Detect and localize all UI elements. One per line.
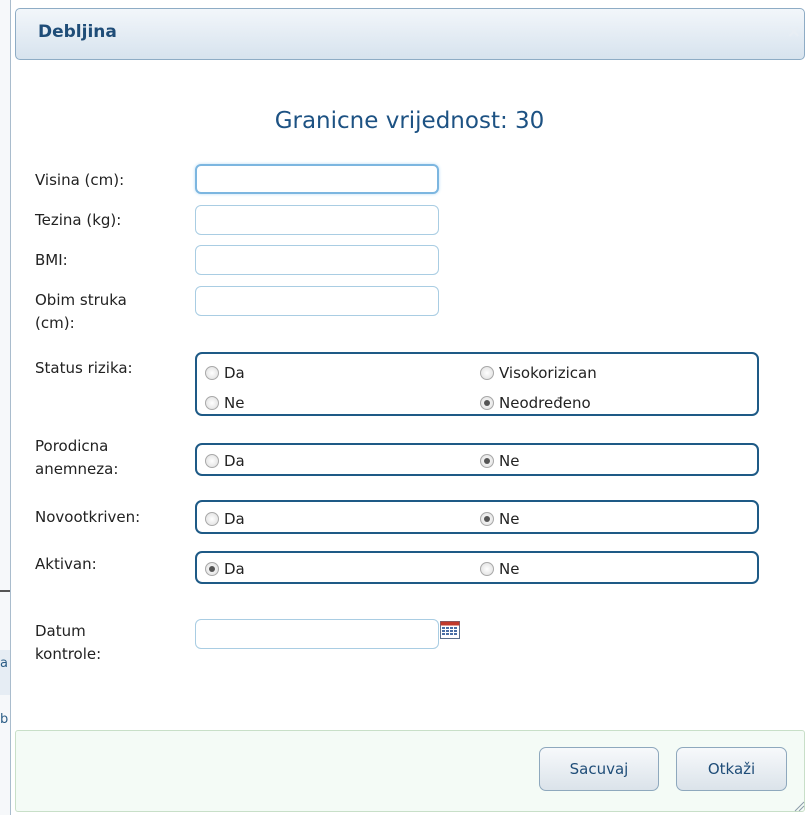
- background-text-b: b: [0, 712, 9, 727]
- bmi-label: BMI:: [35, 251, 68, 269]
- datum-input[interactable]: [195, 619, 439, 649]
- novootkriven-da-option[interactable]: Da: [205, 510, 245, 528]
- radio-circle[interactable]: [480, 366, 494, 380]
- datum-label-line1: Datum: [35, 622, 86, 640]
- option-label: Visokorizican: [499, 364, 597, 382]
- obim-input[interactable]: [195, 286, 439, 316]
- option-label: Ne: [499, 560, 520, 578]
- aktivan-label: Aktivan:: [35, 555, 97, 573]
- option-label: Da: [224, 560, 245, 578]
- porodicna-ne-option[interactable]: Ne: [480, 452, 519, 470]
- novootkriven-group: Da Ne: [195, 500, 759, 534]
- datum-label: Datum kontrole:: [35, 620, 101, 666]
- radio-circle[interactable]: [205, 512, 219, 526]
- radio-circle[interactable]: [205, 366, 219, 380]
- radio-circle-selected[interactable]: [205, 562, 219, 576]
- visina-input[interactable]: [195, 164, 439, 194]
- obim-label: Obim struka (cm):: [35, 289, 127, 335]
- aktivan-da-option[interactable]: Da: [205, 560, 245, 578]
- datum-label-line2: kontrole:: [35, 645, 102, 663]
- porodicna-label-line2: anemneza:: [35, 460, 119, 478]
- tezina-label: Tezina (kg):: [35, 211, 122, 229]
- status-rizika-label: Status rizika:: [35, 359, 133, 377]
- option-label: Da: [224, 364, 245, 382]
- cancel-button[interactable]: Otkaži: [676, 747, 787, 791]
- radio-circle[interactable]: [205, 454, 219, 468]
- option-label: Ne: [499, 452, 520, 470]
- radio-circle-selected[interactable]: [480, 454, 494, 468]
- radio-circle-selected[interactable]: [480, 396, 494, 410]
- radio-circle[interactable]: [205, 396, 219, 410]
- novootkriven-ne-option[interactable]: Ne: [480, 510, 519, 528]
- obim-label-line1: Obim struka: [35, 291, 127, 309]
- porodicna-label-line1: Porodicna: [35, 437, 109, 455]
- dialog-title: Debljina: [38, 22, 117, 42]
- save-button[interactable]: Sacuvaj: [539, 747, 659, 791]
- porodicna-group: Da Ne: [195, 443, 759, 476]
- status-rizika-group: Da Ne Visokorizican Neodređeno: [195, 352, 759, 416]
- option-label: Da: [224, 452, 245, 470]
- visina-label: Visina (cm):: [35, 171, 125, 189]
- radio-circle-selected[interactable]: [480, 512, 494, 526]
- option-label: Neodređeno: [499, 394, 591, 412]
- tezina-input[interactable]: [195, 205, 439, 235]
- close-icon[interactable]: ×: [787, 22, 801, 42]
- radio-circle[interactable]: [480, 562, 494, 576]
- aktivan-ne-option[interactable]: Ne: [480, 560, 519, 578]
- calendar-icon[interactable]: [440, 621, 460, 639]
- option-label: Ne: [224, 394, 245, 412]
- option-label: Ne: [499, 510, 520, 528]
- resize-grip-icon[interactable]: [793, 800, 805, 812]
- page-title: Granicne vrijednost: 30: [274, 108, 545, 134]
- status-rizika-ne-option[interactable]: Ne: [205, 394, 244, 412]
- background-text-a: a: [0, 656, 8, 671]
- status-rizika-neodredeno-option[interactable]: Neodređeno: [480, 394, 591, 412]
- status-rizika-da-option[interactable]: Da: [205, 364, 245, 382]
- option-label: Da: [224, 510, 245, 528]
- dialog-titlebar[interactable]: Debljina ×: [15, 8, 805, 60]
- porodicna-label: Porodicna anemneza:: [35, 435, 118, 481]
- novootkriven-label: Novootkriven:: [35, 508, 141, 526]
- status-rizika-visokorizican-option[interactable]: Visokorizican: [480, 364, 597, 382]
- bmi-input[interactable]: [195, 245, 439, 275]
- porodicna-da-option[interactable]: Da: [205, 452, 245, 470]
- debljina-dialog: Debljina × Granicne vrijednost: 30 Visin…: [10, 0, 807, 815]
- obim-label-line2: (cm):: [35, 314, 75, 332]
- aktivan-group: Da Ne: [195, 551, 759, 584]
